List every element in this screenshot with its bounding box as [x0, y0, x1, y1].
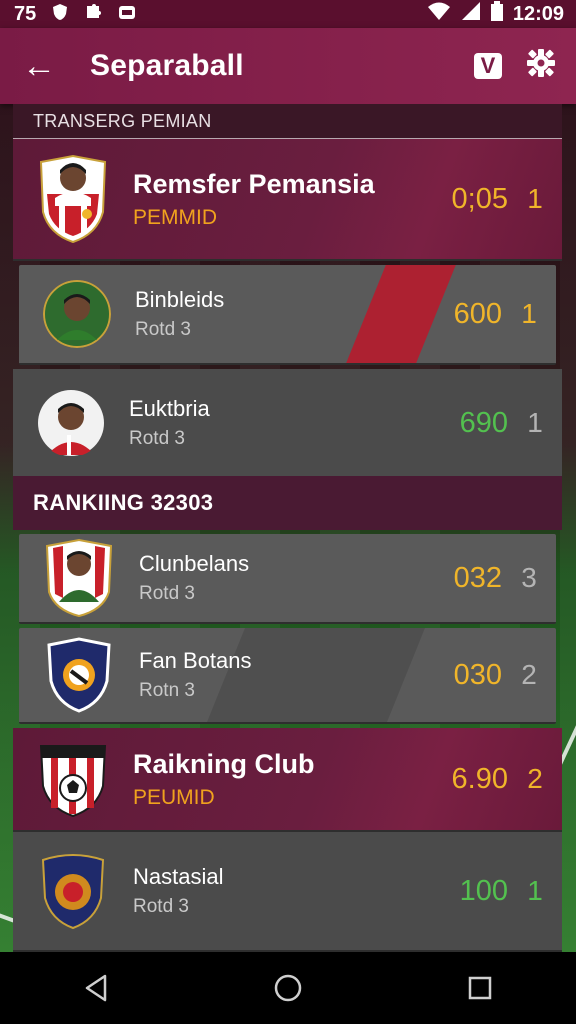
- player-shield-avatar: [39, 154, 107, 244]
- rank-number: 2: [521, 659, 537, 690]
- list-item[interactable]: Nastasial Rotd 3 100 1: [13, 832, 562, 952]
- score-value: 100: [459, 874, 508, 907]
- score-value: 030: [453, 658, 502, 691]
- player-position: PEMMID: [133, 205, 217, 229]
- list-item[interactable]: Clunbelans Rotd 3 032 3: [19, 534, 556, 624]
- rank-number: 1: [527, 407, 543, 438]
- list-item[interactable]: Remsfer Pemansia PEMMID 0;05 1: [13, 139, 562, 261]
- club-name: Nastasial: [133, 864, 224, 889]
- club-round: Rotd 3: [133, 896, 189, 917]
- section-header: RANKIING 32303: [13, 476, 562, 530]
- rank-number: 3: [521, 562, 537, 593]
- app-icon: [118, 3, 136, 26]
- list-item[interactable]: Binbleids Rotd 3 600 1: [19, 265, 556, 365]
- rank-number: 1: [521, 298, 537, 329]
- score-value: 690: [459, 406, 508, 439]
- club-crest-icon: [39, 745, 107, 818]
- club-crest-icon: [47, 637, 111, 713]
- player-round: Rotd 3: [135, 319, 191, 340]
- page-title: Separaball: [90, 49, 244, 82]
- back-arrow-icon[interactable]: ←: [22, 49, 56, 83]
- signal-icon: [461, 1, 481, 27]
- section-header: TRANSERG PEMIAN: [13, 104, 562, 139]
- v-button[interactable]: V: [474, 53, 502, 79]
- shield-icon: [52, 3, 68, 26]
- list-item[interactable]: Euktbria Rotd 3 690 1: [13, 369, 562, 479]
- back-triangle-icon[interactable]: [66, 958, 126, 1018]
- player-name: Clunbelans: [139, 551, 250, 576]
- player-name: Binbleids: [135, 287, 225, 312]
- battery-icon: [490, 1, 503, 27]
- rank-number: 1: [527, 875, 543, 906]
- score-value: 032: [453, 561, 502, 594]
- app-bar: ← Separaball V: [0, 28, 576, 104]
- recents-square-icon[interactable]: [450, 958, 510, 1018]
- transfer-section: TRANSERG PEMIAN Remsfer Pemansia PEMMID …: [13, 104, 562, 479]
- system-nav-bar: [0, 952, 576, 1024]
- settings-gear-icon[interactable]: [526, 48, 556, 84]
- club-name: Fan Botans: [139, 648, 252, 673]
- player-round: Rotd 3: [139, 583, 195, 604]
- score-value: 600: [453, 297, 502, 330]
- player-shield-avatar: [45, 538, 113, 618]
- player-round: Rotd 3: [129, 428, 185, 449]
- player-avatar: [43, 280, 111, 348]
- wifi-icon: [427, 1, 451, 27]
- clock: 12:09: [512, 2, 564, 25]
- list-item[interactable]: Raikning Club PEUMID 6.90 2: [13, 728, 562, 832]
- club-crest-icon: [41, 854, 105, 930]
- list-item[interactable]: Fan Botans Rotn 3 030 2: [19, 628, 556, 724]
- status-left-text: 75: [14, 2, 37, 25]
- club-position: PEUMID: [133, 785, 215, 809]
- ranking-section: RANKIING 32303 Clunbelans Rotd 3 032 3 F…: [13, 476, 562, 952]
- score-value: 0;05: [451, 182, 508, 215]
- player-name: Remsfer Pemansia: [133, 168, 375, 199]
- player-avatar: [38, 390, 104, 456]
- rank-number: 1: [527, 183, 543, 214]
- score-value: 6.90: [451, 762, 508, 795]
- player-name: Euktbria: [129, 396, 210, 421]
- rank-number: 2: [527, 763, 543, 794]
- club-name: Raikning Club: [133, 748, 315, 779]
- status-bar: 75 12:09: [0, 0, 576, 28]
- home-circle-icon[interactable]: [258, 958, 318, 1018]
- puzzle-icon: [84, 3, 102, 26]
- club-round: Rotn 3: [139, 680, 195, 701]
